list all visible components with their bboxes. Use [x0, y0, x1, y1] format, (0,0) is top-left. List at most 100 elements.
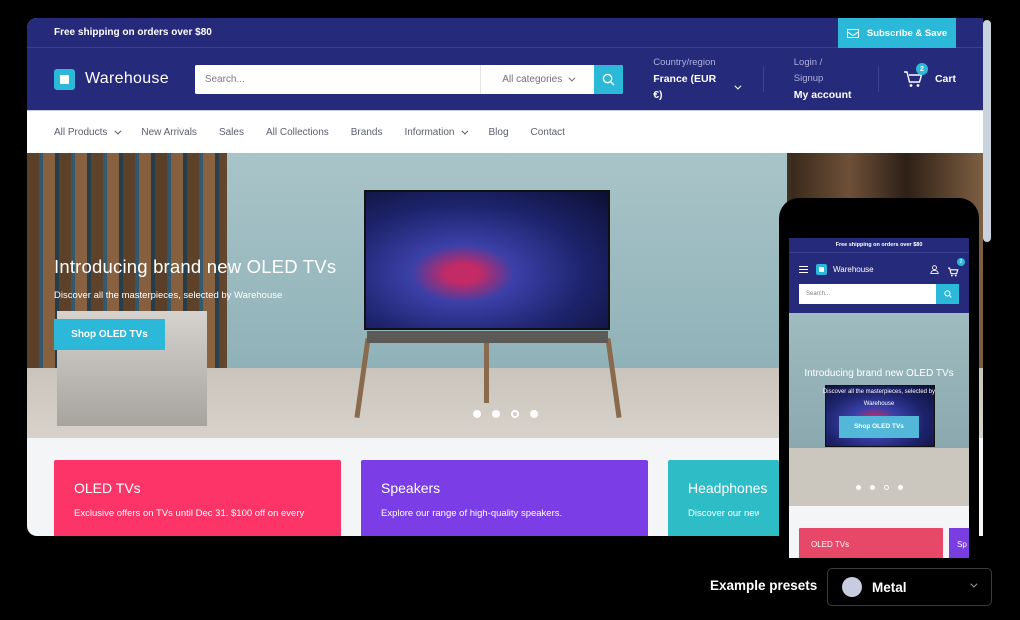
- logo-text: Warehouse: [85, 70, 169, 87]
- user-icon[interactable]: [930, 264, 939, 274]
- chevron-down-icon: [970, 580, 978, 588]
- card-title: OLED TVs: [74, 480, 141, 496]
- collection-cards: OLED TVs Exclusive offers on TVs until D…: [54, 460, 779, 540]
- search-icon: [602, 73, 615, 86]
- mobile-preview: Free shipping on orders over $80 Warehou…: [779, 198, 979, 558]
- slide-dots: [473, 410, 538, 418]
- mobile-search-input[interactable]: Search...: [799, 284, 936, 304]
- country-label: Country/region: [653, 57, 716, 68]
- nav-item-contact[interactable]: Contact: [531, 127, 565, 138]
- mobile-card-speakers[interactable]: Sp: [949, 528, 969, 558]
- nav-label: Sales: [218, 126, 244, 138]
- card-title: Headphones: [688, 480, 768, 496]
- mobile-hero: Introducing brand new OLED TVs Discover …: [789, 313, 969, 506]
- card-description: Explore our range of high-quality speake…: [381, 508, 563, 519]
- nav-item-brands[interactable]: Brands: [351, 127, 383, 138]
- preset-select-value: Metal: [872, 579, 907, 595]
- cart-button[interactable]: 2 Cart: [903, 63, 956, 88]
- nav-item-all-collections[interactable]: All Collections: [266, 127, 329, 138]
- presets-label: Example presets: [710, 578, 818, 593]
- hero-subtitle: Discover all the masterpieces, selected …: [54, 290, 283, 301]
- chevron-down-icon: [461, 127, 469, 135]
- country-selector[interactable]: Country/region France (EUR €): [653, 55, 742, 103]
- announcement-text: Free shipping on orders over $80: [54, 27, 212, 38]
- divider: [877, 66, 879, 92]
- category-select-value: All categories: [502, 73, 563, 85]
- chevron-down-icon: [114, 127, 122, 135]
- slide-dot[interactable]: [492, 410, 500, 418]
- preset-swatch: [842, 577, 862, 597]
- nav-item-blog[interactable]: Blog: [488, 127, 508, 138]
- subscribe-label: Subscribe & Save: [866, 27, 948, 39]
- slide-dot[interactable]: [898, 485, 903, 490]
- chevron-down-icon: [568, 74, 576, 82]
- desktop-bottom-mask: [27, 536, 787, 552]
- logo[interactable]: Warehouse: [54, 68, 195, 90]
- mobile-hero-subtitle: Discover all the masterpieces, selected …: [822, 389, 936, 407]
- nav-label: Blog: [488, 126, 509, 138]
- shop-oled-tvs-button[interactable]: Shop OLED TVs: [54, 319, 165, 350]
- slide-dot-active[interactable]: [511, 410, 519, 418]
- mobile-logo-text[interactable]: Warehouse: [833, 265, 930, 274]
- search-bar: All categories: [194, 64, 624, 94]
- cart-count-badge: 2: [957, 258, 965, 266]
- search-icon: [943, 290, 952, 298]
- hamburger-menu-icon[interactable]: [799, 265, 808, 273]
- nav-label: Information: [404, 126, 455, 138]
- mobile-card-oled-tvs[interactable]: OLED TVs: [799, 528, 943, 558]
- chevron-down-icon: [734, 82, 742, 90]
- nav-label: Contact: [530, 126, 565, 138]
- slide-dot[interactable]: [870, 485, 875, 490]
- card-speakers[interactable]: Speakers Explore our range of high-quali…: [361, 460, 648, 540]
- card-description: Discover our new he: [688, 508, 759, 519]
- slide-dot-active[interactable]: [884, 485, 889, 490]
- announcement-bar: Free shipping on orders over $80 Subscri…: [27, 18, 983, 48]
- mobile-announcement: Free shipping on orders over $80: [789, 238, 969, 253]
- account-link[interactable]: Login / Signup My account: [794, 55, 854, 103]
- slide-dot[interactable]: [856, 485, 861, 490]
- mobile-search-bar: Search...: [799, 284, 959, 304]
- nav-label: All Collections: [265, 126, 329, 138]
- mobile-shop-button[interactable]: Shop OLED TVs: [839, 415, 919, 438]
- nav-label: Brands: [350, 126, 383, 138]
- mobile-cart-button[interactable]: 2: [947, 258, 965, 277]
- search-button[interactable]: [594, 64, 624, 94]
- logo-box-icon: [816, 263, 827, 275]
- cart-icon: [948, 267, 959, 277]
- login-label: Login / Signup: [793, 57, 824, 84]
- nav-label: All Products: [54, 126, 108, 138]
- hero-content: Introducing brand new OLED TVs Discover …: [54, 256, 336, 350]
- nav-item-new-arrivals[interactable]: New Arrivals: [141, 127, 197, 138]
- card-description: Exclusive offers on TVs until Dec 31. $1…: [74, 508, 305, 519]
- mobile-hero-title: Introducing brand new OLED TVs: [804, 368, 954, 379]
- mobile-search-button[interactable]: [936, 284, 959, 304]
- cart-label: Cart: [934, 73, 956, 85]
- tv-stand-leg: [484, 343, 489, 403]
- tv-soundbar: [367, 331, 608, 343]
- nav-item-information[interactable]: Information: [404, 126, 469, 138]
- nav-item-sales[interactable]: Sales: [219, 127, 244, 138]
- category-select[interactable]: All categories: [480, 64, 594, 94]
- mobile-header: Warehouse 2 Search...: [789, 253, 969, 313]
- nav-label: New Arrivals: [141, 126, 197, 138]
- main-nav: All Products New Arrivals Sales All Coll…: [27, 110, 983, 153]
- country-value: France (EUR €): [653, 73, 717, 101]
- cart-count-badge: 2: [915, 63, 928, 75]
- hero-tv-image: [364, 190, 610, 330]
- preset-select[interactable]: Metal: [827, 568, 992, 606]
- nav-item-all-products[interactable]: All Products: [54, 126, 122, 138]
- search-input[interactable]: [194, 64, 481, 94]
- card-title: Speakers: [381, 480, 441, 496]
- card-title: Sp: [957, 540, 967, 549]
- card-oled-tvs[interactable]: OLED TVs Exclusive offers on TVs until D…: [54, 460, 341, 540]
- mobile-slide-dots: [856, 485, 903, 490]
- mobile-screen: Free shipping on orders over $80 Warehou…: [789, 238, 969, 558]
- slide-dot[interactable]: [473, 410, 481, 418]
- slide-dot[interactable]: [530, 410, 538, 418]
- mail-icon: [846, 28, 859, 38]
- account-value: My account: [793, 89, 852, 101]
- subscribe-button[interactable]: Subscribe & Save: [838, 18, 956, 48]
- card-headphones[interactable]: Headphones Discover our new he: [668, 460, 779, 540]
- scrollbar-thumb[interactable]: [983, 20, 991, 242]
- hero-title: Introducing brand new OLED TVs: [54, 256, 337, 277]
